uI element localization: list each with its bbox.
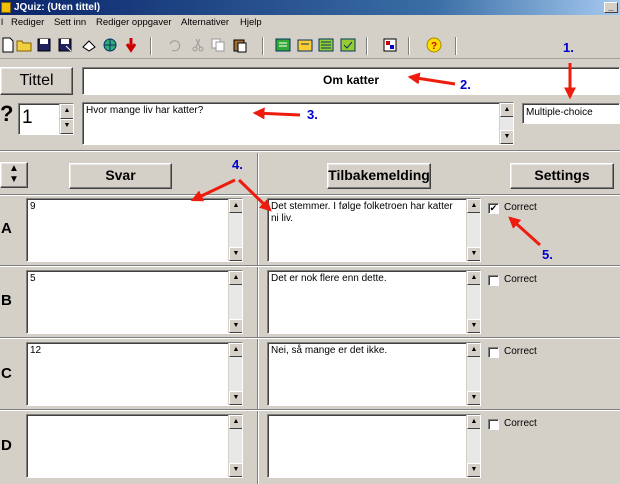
arrow-5-icon xyxy=(508,216,542,247)
arrow-3-icon xyxy=(252,107,301,120)
arrow-4b-icon xyxy=(237,178,272,212)
arrow-2-icon xyxy=(407,72,456,86)
arrow-4a-icon xyxy=(190,178,236,202)
annotation-arrows xyxy=(190,63,576,247)
